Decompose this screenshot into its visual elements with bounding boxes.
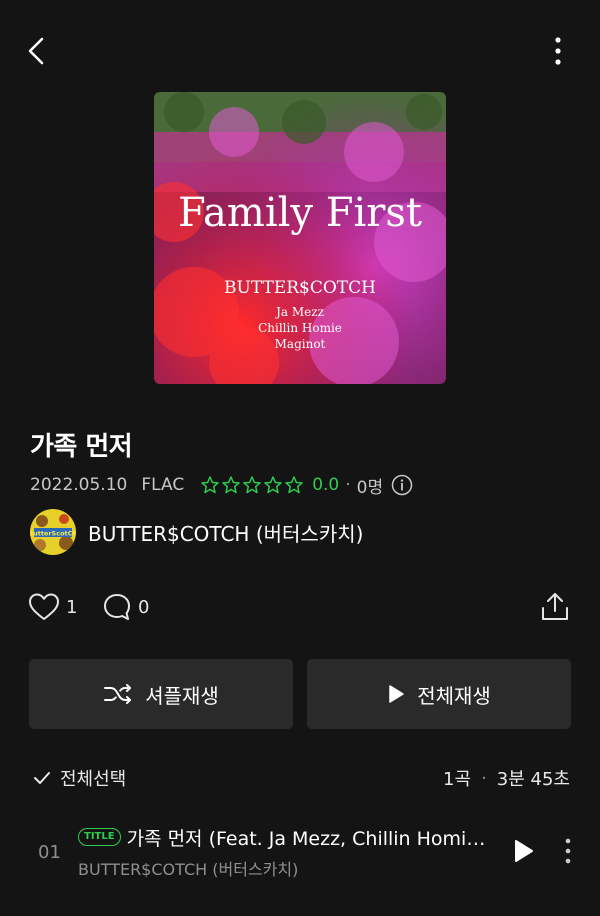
track-number: 01: [38, 842, 61, 863]
play-all-button[interactable]: 전체재생: [307, 659, 571, 729]
album-cover: Family First BUTTER$COTCH Ja Mezz Chilli…: [154, 92, 446, 384]
cover-feature-text: Chillin Homie: [258, 321, 342, 335]
audio-format: FLAC: [141, 475, 185, 495]
total-duration: 3분 45초: [496, 769, 570, 790]
shuffle-play-button[interactable]: 셔플재생: [29, 659, 293, 729]
cover-feature-text: Ja Mezz: [274, 305, 324, 319]
svg-text:ButterScotCH: ButterScotCH: [30, 530, 76, 538]
chevron-left-icon: [28, 37, 44, 65]
info-icon[interactable]: [391, 474, 413, 496]
title-track-badge: TITLE: [78, 828, 121, 846]
play-icon: [389, 685, 404, 703]
track-play-button[interactable]: [508, 836, 538, 866]
select-all-label: 전체선택: [60, 769, 127, 790]
shuffle-play-label: 셔플재생: [145, 683, 219, 708]
track-more-button[interactable]: [558, 834, 578, 868]
more-vertical-icon: [565, 838, 571, 864]
release-date: 2022.05.10: [30, 475, 128, 495]
like-count: 1: [66, 596, 78, 618]
play-all-label: 전체재생: [417, 683, 491, 708]
comment-count: 0: [138, 596, 150, 618]
comment-bubble-icon: [104, 594, 130, 620]
back-button[interactable]: [22, 32, 52, 70]
rating-count: 0명: [356, 477, 384, 498]
star-outline-icon: [201, 476, 303, 494]
album-meta: 2022.05.10 FLAC 0.0 · 0명: [30, 472, 413, 498]
cover-artist-text: BUTTER$COTCH: [224, 278, 376, 298]
cover-title-text: Family First: [178, 190, 422, 236]
artist-name: BUTTER$COTCH (버터스카치): [88, 521, 364, 546]
like-button[interactable]: 1: [28, 591, 77, 623]
shuffle-icon: [104, 684, 132, 704]
track-title-line: TITLE 가족 먼저 (Feat. Ja Mezz, Chillin Homi…: [78, 824, 498, 850]
artist-avatar: ButterScotCH: [30, 509, 76, 555]
share-icon: [542, 593, 568, 620]
more-options-button[interactable]: [540, 32, 576, 70]
rating-stars[interactable]: [200, 475, 306, 495]
heart-outline-icon: [29, 593, 59, 620]
track-title: 가족 먼저 (Feat. Ja Mezz, Chillin Homie, Mag…: [126, 827, 495, 850]
check-icon: [34, 772, 50, 784]
rating-value: 0.0: [312, 475, 340, 495]
share-button[interactable]: [538, 590, 572, 624]
track-artist: BUTTER$COTCH (버터스카치): [78, 860, 299, 879]
artist-link[interactable]: ButterScotCH BUTTER$COTCH (버터스카치): [30, 509, 363, 555]
select-all-button[interactable]: 전체선택: [32, 764, 126, 792]
album-title: 가족 먼저: [30, 432, 133, 462]
track-count: 1곡: [443, 769, 472, 790]
play-icon: [515, 840, 533, 862]
more-vertical-icon: [555, 37, 561, 65]
cover-feature-text: Maginot: [275, 337, 326, 351]
tracklist-summary: 1곡 · 3분 45초: [443, 764, 570, 792]
comment-button[interactable]: 0: [102, 591, 149, 623]
